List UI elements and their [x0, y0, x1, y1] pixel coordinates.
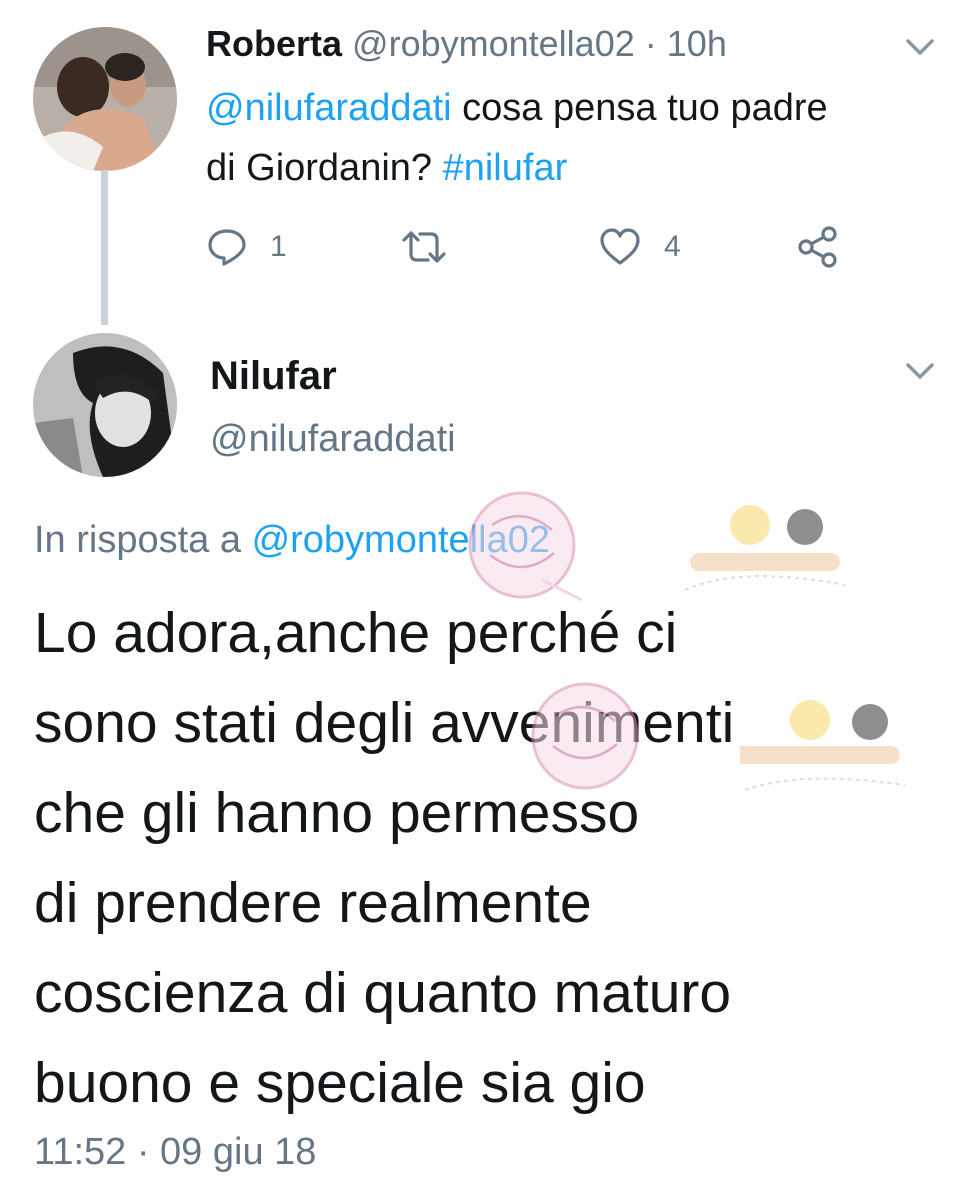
chevron-down-icon[interactable]: [898, 356, 942, 386]
author-name[interactable]: Roberta: [206, 23, 342, 64]
watermark-banner: [660, 690, 910, 810]
tweet1-header: Roberta @robymontella02 · 10h: [206, 18, 727, 70]
avatar-roberta[interactable]: [33, 27, 177, 171]
like-count: 4: [664, 230, 681, 263]
retweet-button[interactable]: [398, 222, 450, 272]
like-button[interactable]: 4: [598, 222, 681, 272]
reply-button[interactable]: 1: [206, 222, 287, 272]
retweet-icon: [398, 226, 450, 268]
tweet-time[interactable]: 10h: [667, 23, 727, 64]
author-handle[interactable]: @robymontella02: [352, 23, 635, 64]
chevron-down-icon[interactable]: [898, 32, 942, 62]
reply-count: 1: [270, 230, 287, 263]
tweet1-actions: 1 4: [206, 222, 846, 272]
tweet1-text: @nilufaraddati cosa pensa tuo padre di G…: [206, 78, 846, 198]
share-button[interactable]: [796, 222, 840, 272]
tweet2-text: Lo adora,anche perché ci sono stati degl…: [34, 601, 734, 1115]
avatar-nilufar[interactable]: [33, 333, 177, 477]
reply-icon: [206, 226, 248, 268]
separator: ·: [644, 23, 657, 64]
author-handle[interactable]: @nilufaraddati: [210, 413, 456, 465]
tweet-timestamp[interactable]: 11:52 · 09 giu 18: [34, 1124, 316, 1180]
share-icon: [796, 225, 840, 269]
watermark-seal: [462, 485, 613, 617]
author-name[interactable]: Nilufar: [210, 350, 337, 402]
heart-icon: [598, 226, 642, 268]
mention-link[interactable]: @nilufaraddati: [206, 87, 452, 129]
hashtag-link[interactable]: #nilufar: [443, 147, 568, 189]
reply-prefix: In risposta a: [34, 519, 252, 561]
watermark-banner: [680, 495, 850, 605]
watermark-seal: [525, 676, 645, 796]
thread-line: [101, 170, 108, 325]
